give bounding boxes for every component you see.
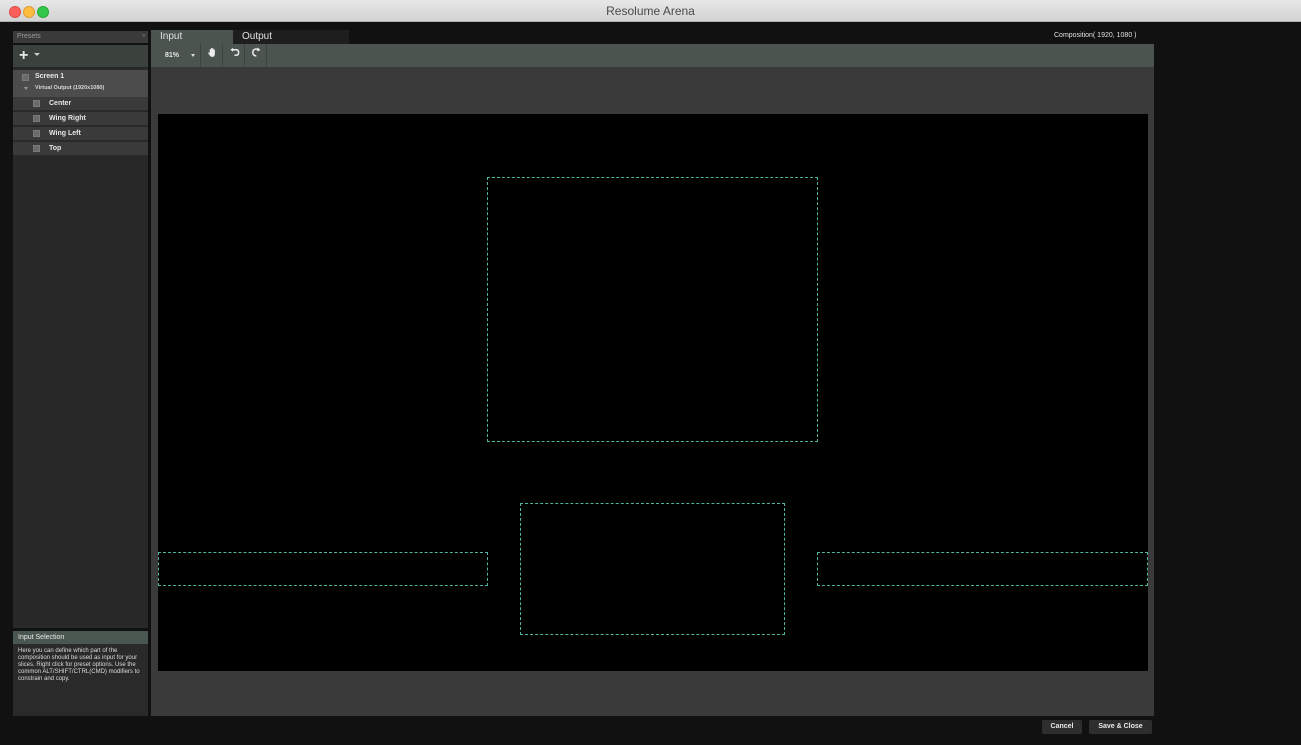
add-icon[interactable]: + xyxy=(19,47,28,65)
composition-canvas[interactable] xyxy=(158,114,1148,671)
presets-clear-icon[interactable]: × xyxy=(142,31,146,43)
zoom-value: 81% xyxy=(165,52,180,59)
slice-item-center[interactable]: Center xyxy=(13,97,148,111)
slice-checkbox[interactable] xyxy=(33,115,40,122)
redo-button[interactable] xyxy=(246,44,267,67)
cancel-button[interactable]: Cancel xyxy=(1042,720,1082,734)
slice-top-outline[interactable] xyxy=(487,177,818,442)
redo-icon xyxy=(251,47,261,57)
slice-wing-left-outline[interactable] xyxy=(158,552,488,586)
slice-checkbox[interactable] xyxy=(33,100,40,107)
slice-item-top[interactable]: Top xyxy=(13,142,148,156)
undo-button[interactable] xyxy=(224,44,245,67)
slice-label: Wing Right xyxy=(49,115,86,122)
hand-tool-button[interactable] xyxy=(202,44,223,67)
presets-dropdown[interactable]: Presets × xyxy=(13,31,148,43)
tab-output-transformation[interactable]: Output Transformation xyxy=(233,30,349,56)
slice-wing-right-outline[interactable] xyxy=(817,552,1148,586)
tab-input-selection[interactable]: Input Selection xyxy=(151,30,233,56)
zoom-dropdown[interactable]: 81% xyxy=(151,44,201,67)
screen-item[interactable]: Screen 1 Virtual Output (1920x1080) xyxy=(13,70,148,97)
screens-panel: + Screen 1 Virtual Output (1920x1080) Ce… xyxy=(13,45,148,628)
slice-label: Top xyxy=(49,145,62,152)
help-panel: Input Selection Here you can define whic… xyxy=(13,631,148,716)
slice-item-wing-right[interactable]: Wing Right xyxy=(13,112,148,126)
add-toolbar: + xyxy=(13,45,148,67)
app-window: Resolume Arena Presets × + Screen 1 Virt… xyxy=(0,0,1301,745)
screen-name: Screen 1 xyxy=(35,73,65,80)
slice-label: Center xyxy=(49,100,72,107)
expand-triangle-icon[interactable] xyxy=(24,87,28,90)
slice-checkbox[interactable] xyxy=(33,130,40,137)
slice-checkbox[interactable] xyxy=(33,145,40,152)
save-close-button[interactable]: Save & Close xyxy=(1089,720,1152,734)
undo-icon xyxy=(229,47,239,56)
slice-label: Wing Left xyxy=(49,130,81,137)
chevron-down-icon xyxy=(191,54,195,57)
canvas-toolbar: 81% xyxy=(151,44,1154,67)
help-text: Here you can define which part of the co… xyxy=(18,648,140,682)
chevron-down-icon[interactable] xyxy=(34,53,40,56)
hand-icon xyxy=(207,47,215,57)
window-title: Resolume Arena xyxy=(606,4,695,18)
slice-item-wing-left[interactable]: Wing Left xyxy=(13,127,148,141)
help-title: Input Selection xyxy=(13,631,148,644)
composition-size-label: Composition( 1920, 1080 ) xyxy=(1054,32,1137,39)
virtual-output-label: Virtual Output (1920x1080) xyxy=(35,85,105,91)
slice-center-outline[interactable] xyxy=(520,503,785,635)
screen-checkbox[interactable] xyxy=(22,74,29,81)
title-bar: Resolume Arena xyxy=(0,0,1301,22)
presets-label: Presets xyxy=(17,33,41,40)
